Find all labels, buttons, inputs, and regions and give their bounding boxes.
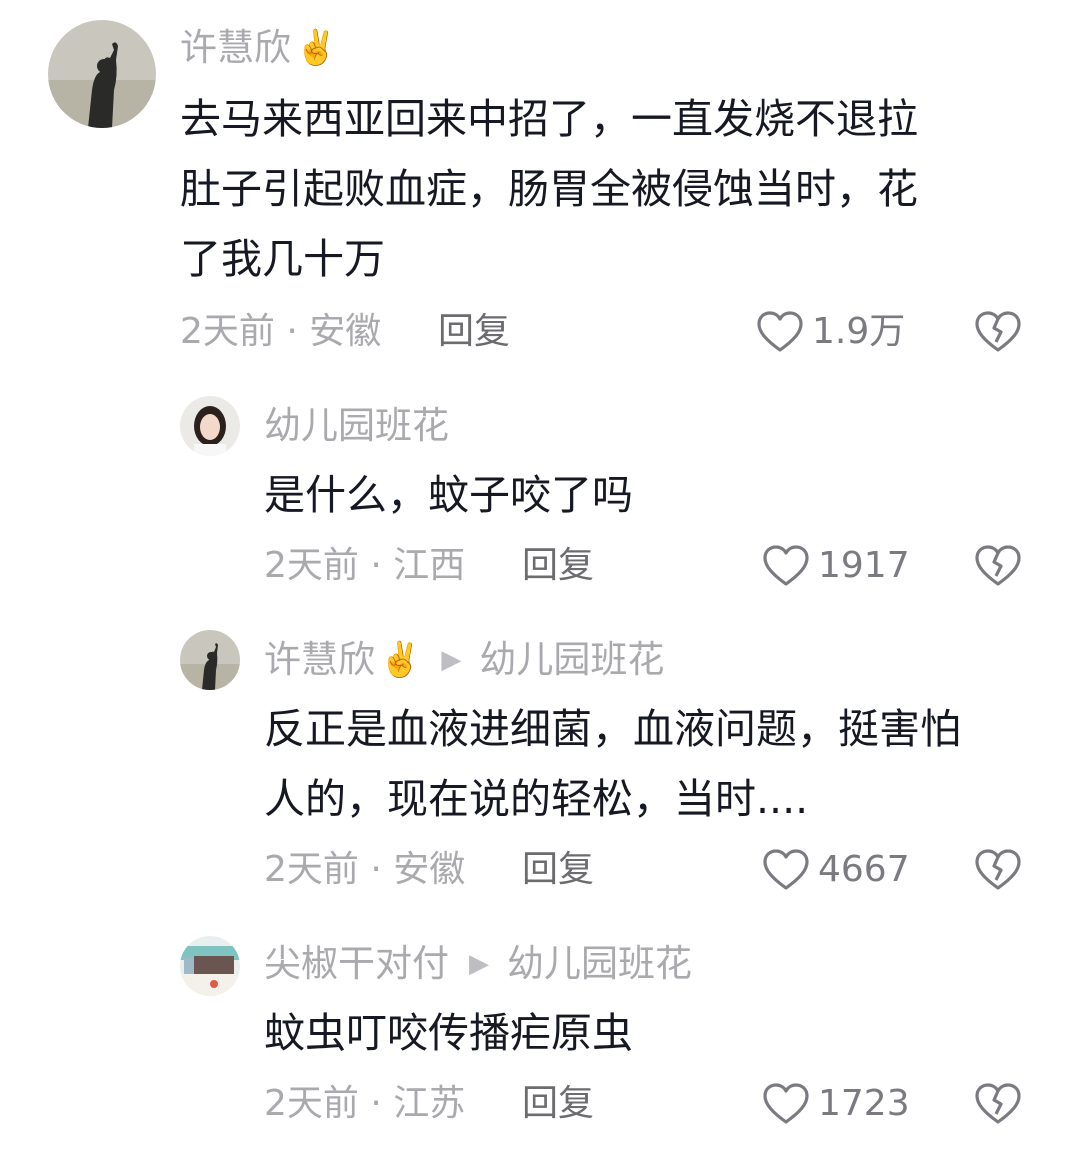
username[interactable]: 许慧欣 ✌️ ▶ 幼儿园班花 bbox=[264, 638, 664, 682]
username[interactable]: 幼儿园班花 bbox=[264, 404, 449, 448]
reply-button[interactable]: 回复 bbox=[522, 1082, 594, 1126]
avatar[interactable] bbox=[180, 630, 240, 690]
like-count: 4667 bbox=[818, 849, 910, 890]
comment-time-location: 2天前 · 江苏 bbox=[264, 1083, 466, 1124]
username-text: 许慧欣 bbox=[264, 638, 375, 681]
like-button[interactable]: 4667 bbox=[762, 848, 910, 892]
reply-button[interactable]: 回复 bbox=[522, 848, 594, 892]
comment-text: 反正是血液进细菌，血液问题，挺害怕 人的，现在说的轻松，当时.... bbox=[264, 705, 961, 823]
heart-outline-icon bbox=[763, 1083, 809, 1124]
like-count: 1917 bbox=[818, 545, 910, 586]
comment-time-location: 2天前 · 安徽 bbox=[264, 849, 466, 890]
reply-target-name[interactable]: 幼儿园班花 bbox=[507, 942, 692, 986]
comment-time-location: 2天前 · 安徽 bbox=[180, 311, 382, 352]
avatar[interactable] bbox=[180, 936, 240, 996]
like-button[interactable]: 1.9万 bbox=[756, 310, 905, 354]
victory-hand-emoji: ✌️ bbox=[295, 28, 338, 68]
username-text: 尖椒干对付 bbox=[264, 942, 449, 985]
broken-heart-icon[interactable] bbox=[974, 848, 1022, 892]
comment-text: 蚊虫叮咬传播疟原虫 bbox=[264, 1009, 633, 1057]
username[interactable]: 许慧欣 ✌️ bbox=[180, 26, 337, 70]
comment-text: 去马来西亚回来中招了，一直发烧不退拉 肚子引起败血症，肠胃全被侵蚀当时，花 了我… bbox=[180, 95, 918, 283]
like-count: 1.9万 bbox=[812, 311, 906, 352]
like-count: 1723 bbox=[818, 1083, 910, 1124]
username[interactable]: 尖椒干对付 ▶ 幼儿园班花 bbox=[264, 942, 692, 986]
comment-time-location: 2天前 · 江西 bbox=[264, 545, 466, 586]
like-button[interactable]: 1917 bbox=[762, 544, 910, 588]
heart-outline-icon bbox=[757, 311, 803, 352]
comment-text: 是什么，蚊子咬了吗 bbox=[264, 471, 633, 519]
reply-target-name[interactable]: 幼儿园班花 bbox=[479, 638, 664, 682]
heart-outline-icon bbox=[763, 545, 809, 586]
broken-heart-icon[interactable] bbox=[974, 310, 1022, 354]
avatar[interactable] bbox=[180, 396, 240, 456]
like-button[interactable]: 1723 bbox=[762, 1082, 910, 1126]
heart-outline-icon bbox=[763, 849, 809, 890]
broken-heart-icon[interactable] bbox=[974, 544, 1022, 588]
reply-button[interactable]: 回复 bbox=[438, 310, 510, 354]
broken-heart-icon[interactable] bbox=[974, 1082, 1022, 1126]
play-triangle-icon: ▶ bbox=[469, 949, 489, 979]
avatar[interactable] bbox=[48, 20, 156, 128]
reply-button[interactable]: 回复 bbox=[522, 544, 594, 588]
play-triangle-icon: ▶ bbox=[441, 645, 462, 675]
username-text: 许慧欣 bbox=[180, 26, 291, 69]
username-text: 幼儿园班花 bbox=[264, 404, 449, 447]
victory-hand-emoji: ✌️ bbox=[379, 640, 422, 680]
